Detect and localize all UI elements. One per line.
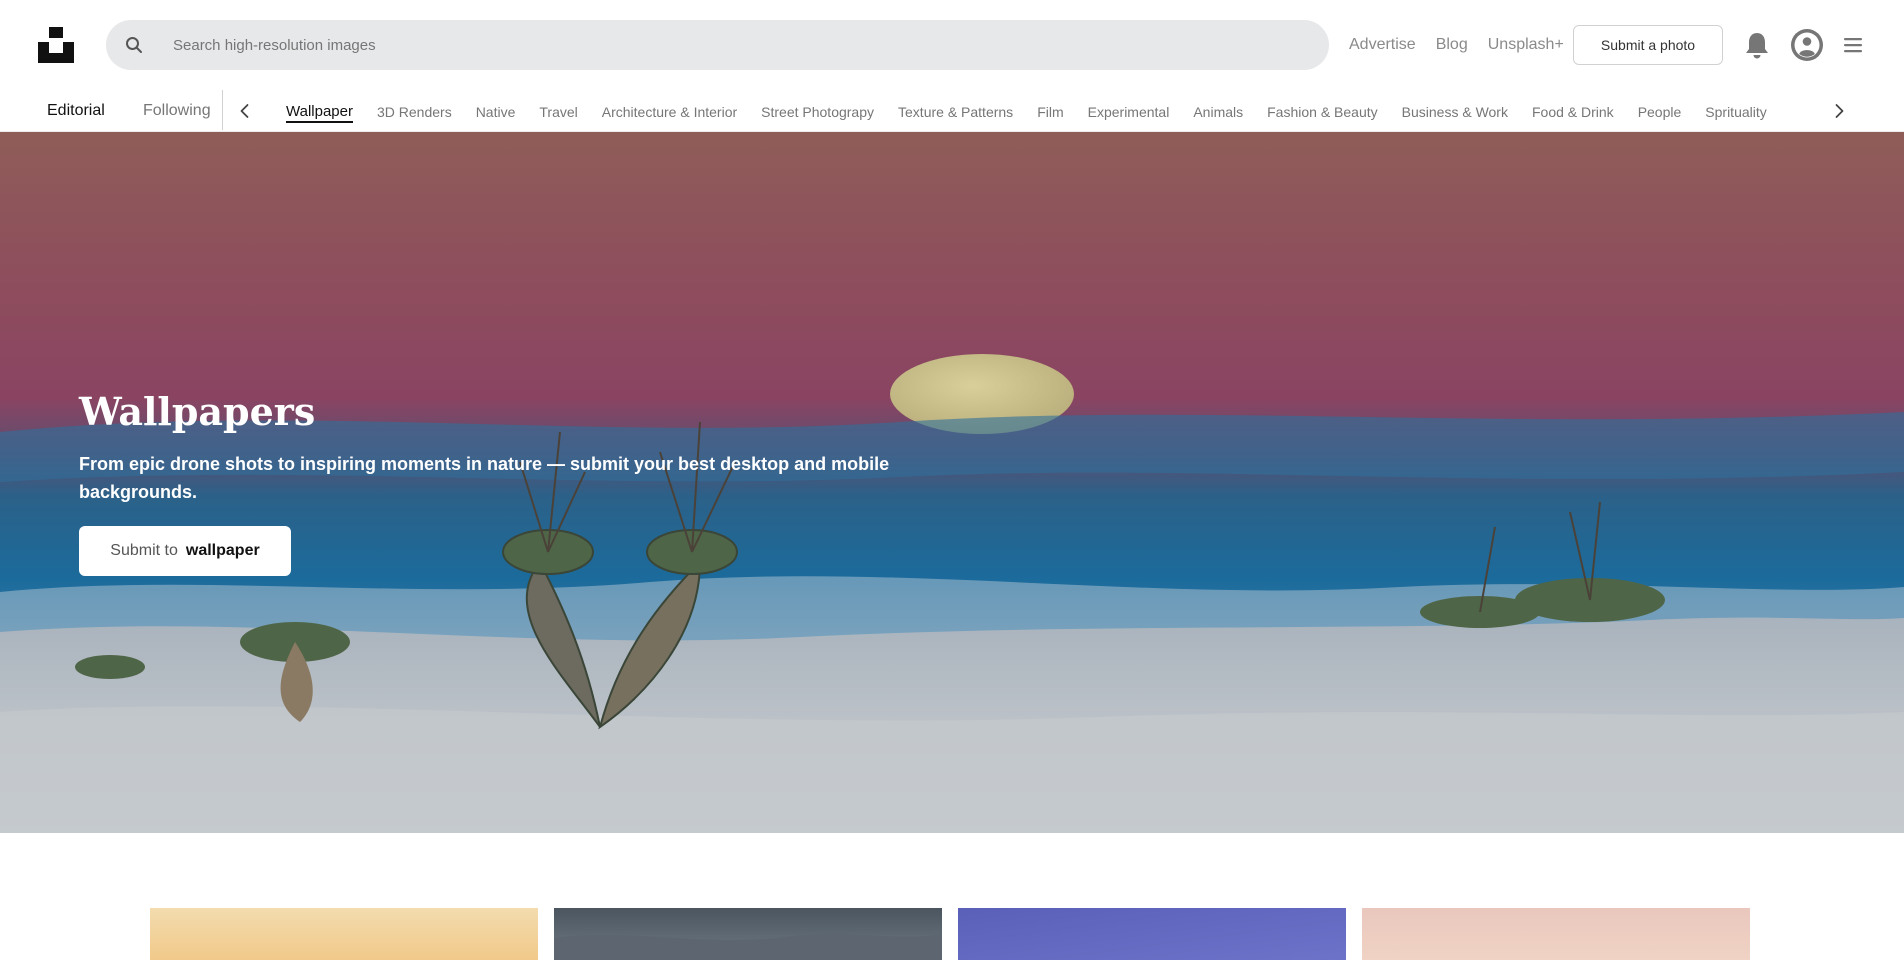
search-icon[interactable]: [125, 36, 143, 54]
hero-subtitle: From epic drone shots to inspiring momen…: [79, 454, 890, 502]
hero-title: Wallpapers: [79, 389, 316, 434]
button-prefix: Submit to: [110, 542, 178, 559]
photo-thumbnail: [958, 908, 1346, 960]
topic-tab-street-photograpy[interactable]: Street Photograpy: [761, 90, 874, 131]
blog-link[interactable]: Blog: [1436, 36, 1468, 54]
chevron-left-icon[interactable]: [237, 102, 253, 120]
topic-tab-film[interactable]: Film: [1037, 90, 1063, 131]
topic-tab-native[interactable]: Native: [476, 90, 516, 131]
photo-grid: [150, 908, 1751, 960]
topic-tab-architecture-and-interior[interactable]: Architecture & Interior: [602, 90, 737, 131]
topic-tab-fashion-and-beauty[interactable]: Fashion & Beauty: [1267, 90, 1378, 131]
photo-thumbnail: [554, 908, 942, 960]
photo-card[interactable]: [150, 908, 538, 960]
chevron-right-icon[interactable]: [1831, 102, 1847, 120]
hero-banner: Wallpapers From epic drone shots to insp…: [0, 132, 1904, 833]
topic-tab-sprituality[interactable]: Sprituality: [1705, 90, 1766, 131]
photo-card[interactable]: [958, 908, 1346, 960]
menu-icon[interactable]: [1842, 34, 1864, 56]
photo-thumbnail: [150, 908, 538, 960]
photo-thumbnail: [1362, 908, 1750, 960]
submit-to-wallpaper-button[interactable]: Submit to wallpaper: [79, 526, 291, 576]
topic-tab-3d-renders[interactable]: 3D Renders: [377, 90, 452, 131]
avatar-icon[interactable]: [1791, 29, 1823, 61]
unsplash-logo-icon[interactable]: [38, 27, 74, 63]
topic-list: Wallpaper 3D Renders Native Travel Architect…: [286, 90, 1767, 131]
bell-icon[interactable]: [1742, 30, 1772, 60]
tab-editorial[interactable]: Editorial: [47, 101, 105, 121]
button-keyword: wallpaper: [185, 542, 260, 559]
photo-card[interactable]: [554, 908, 942, 960]
search-bar[interactable]: [106, 20, 1329, 70]
topic-tab-animals[interactable]: Animals: [1193, 90, 1243, 131]
header-links: Advertise Blog Unsplash+: [1349, 36, 1564, 54]
submit-photo-button[interactable]: Submit a photo: [1573, 25, 1723, 65]
topic-tab-experimental[interactable]: Experimental: [1088, 90, 1170, 131]
topic-tab-food-and-drink[interactable]: Food & Drink: [1532, 90, 1614, 131]
search-input[interactable]: [173, 36, 1273, 54]
topic-tab-wallpaper[interactable]: Wallpaper: [286, 90, 353, 131]
photo-card[interactable]: [1362, 908, 1750, 960]
topic-tab-travel[interactable]: Travel: [539, 90, 577, 131]
advertise-link[interactable]: Advertise: [1349, 36, 1416, 54]
topic-tab-business-and-work[interactable]: Business & Work: [1402, 90, 1508, 131]
tab-following[interactable]: Following: [143, 101, 211, 121]
topic-navigation: Editorial Following Wallpaper 3D Renders N…: [0, 90, 1904, 132]
top-header: Advertise Blog Unsplash+ Submit a photo: [0, 0, 1904, 90]
topic-tab-texture-and-patterns[interactable]: Texture & Patterns: [898, 90, 1013, 131]
nav-divider: [222, 90, 223, 130]
unsplash-plus-link[interactable]: Unsplash+: [1488, 36, 1564, 54]
topic-tab-people[interactable]: People: [1638, 90, 1682, 131]
